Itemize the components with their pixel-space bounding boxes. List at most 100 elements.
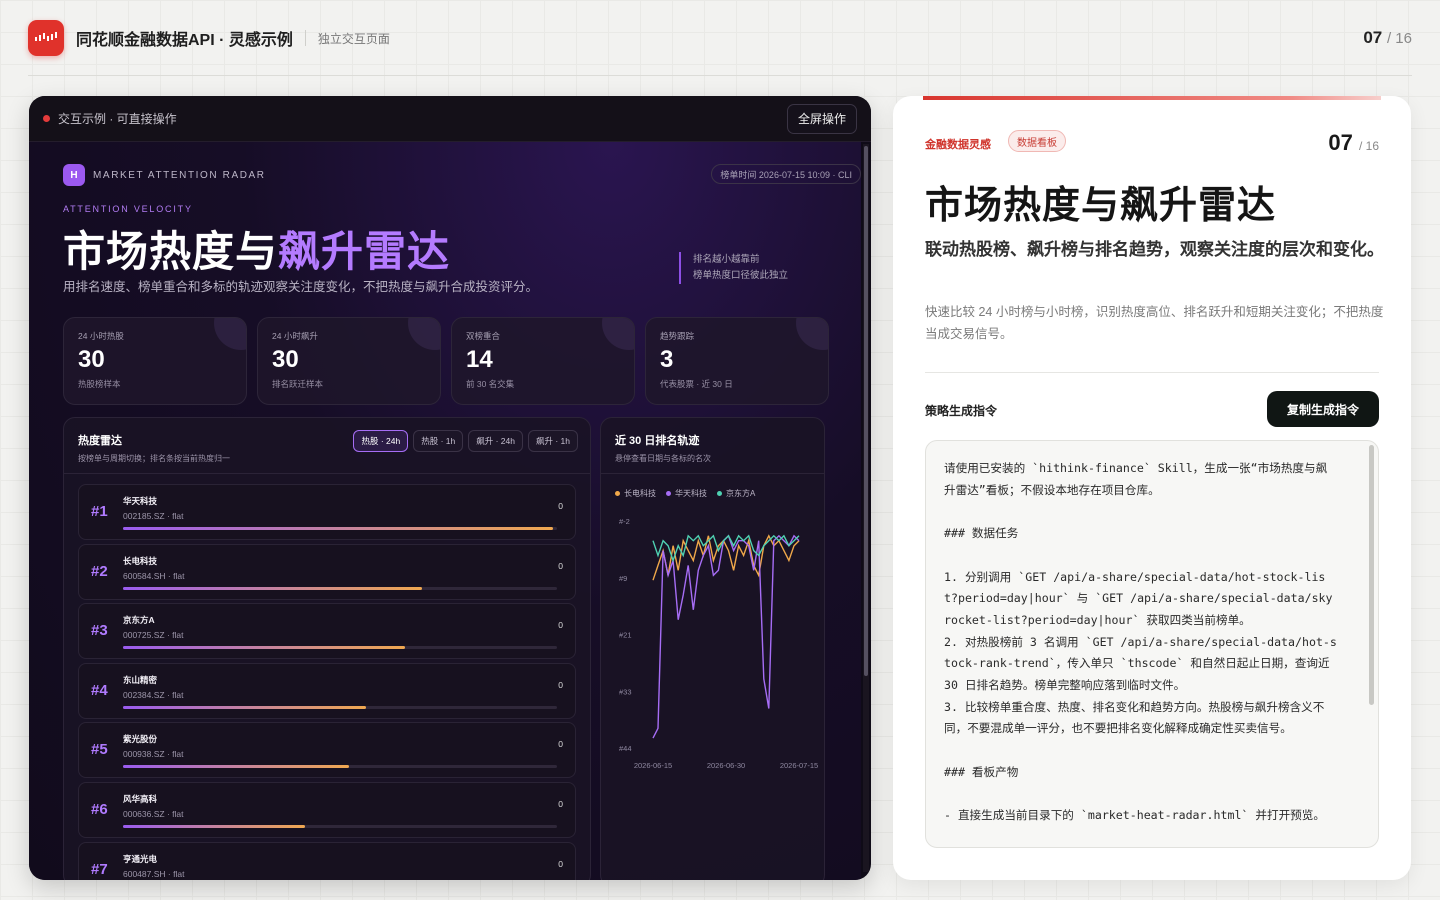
- heat-bar: [123, 824, 557, 828]
- stock-name: 东山精密: [123, 674, 158, 685]
- card-page-current: 07: [1328, 130, 1353, 155]
- heat-rank-list: #1 华天科技 002185.SZ · flat 0 #2 长电科技 60058…: [64, 474, 590, 880]
- y-tick-label: #33: [619, 687, 632, 696]
- rank-number: #2: [91, 562, 108, 580]
- stat-label: 24 小时热股: [78, 331, 124, 341]
- stat-card-skyrocket-24h: 24 小时飙升 30 排名跃迁样本: [257, 317, 441, 405]
- y-tick-label: #9: [619, 574, 627, 583]
- radar-label: MARKET ATTENTION RADAR: [93, 170, 266, 181]
- stock-code: 600487.SH · flat: [123, 868, 185, 879]
- stat-label: 趋势跟踪: [660, 331, 695, 341]
- table-row[interactable]: #3 京东方A 000725.SZ · flat 0: [78, 603, 576, 660]
- x-tick-label: 2026-06-15: [634, 761, 672, 770]
- heat-bar: [123, 646, 557, 650]
- tab-hot-24h[interactable]: 热股 · 24h: [353, 430, 409, 452]
- x-tick-label: 2026-06-30: [707, 761, 745, 770]
- stat-label: 双榜重合: [466, 331, 501, 341]
- demo-scrollbar-thumb[interactable]: [864, 146, 868, 676]
- table-row[interactable]: #4 东山精密 002384.SZ · flat 0: [78, 662, 576, 719]
- stock-name: 长电科技: [123, 555, 158, 566]
- legend-dot-icon: [615, 491, 620, 496]
- rank-number: #6: [91, 800, 108, 818]
- heat-score: 0: [558, 858, 563, 869]
- info-card: 金融数据灵感 数据看板 07 / 16 市场热度与飙升雷达 联动热股榜、飙升榜与…: [893, 96, 1411, 880]
- card-page-total: / 16: [1358, 139, 1379, 153]
- stock-code: 002185.SZ · flat: [123, 511, 184, 521]
- card-accent-bar: [923, 96, 1381, 100]
- y-tick-label: #44: [619, 744, 632, 753]
- x-tick-label: 2026-07-15: [780, 761, 818, 770]
- tab-hot-1h[interactable]: 热股 · 1h: [413, 430, 464, 452]
- series-line-1[interactable]: [652, 534, 800, 739]
- stat-sub: 前 30 名交集: [466, 379, 515, 389]
- heat-score: 0: [558, 620, 563, 631]
- table-row[interactable]: #2 长电科技 600584.SH · flat 0: [78, 543, 576, 600]
- rank-note-line-1: 排名越小越靠前: [693, 254, 760, 265]
- heat-score: 0: [558, 679, 563, 690]
- table-row[interactable]: #5 紫光股份 000938.SZ · flat 0: [78, 722, 576, 779]
- legend-item[interactable]: 华天科技: [666, 488, 707, 499]
- stock-name: 亨通光电: [123, 853, 158, 864]
- heat-bar: [123, 586, 557, 590]
- code-scrollbar-thumb[interactable]: [1369, 445, 1374, 705]
- stat-sub: 排名跃迁样本: [272, 379, 324, 389]
- stat-label: 24 小时飙升: [272, 331, 318, 341]
- card-description: 快速比较 24 小时榜与小时榜，识别热度高位、排名跃升和短期关注变化；不把热度当…: [925, 305, 1384, 341]
- stock-name: 华天科技: [123, 496, 158, 506]
- stock-code: 000725.SZ · flat: [123, 630, 184, 641]
- legend-label: 京东方A: [726, 489, 756, 498]
- stats-row: 24 小时热股 30 热股榜样本 24 小时飙升 30 排名跃迁样本 双榜重合 …: [63, 317, 829, 405]
- heat-bar: [123, 705, 557, 709]
- heat-score: 0: [558, 798, 563, 809]
- stock-name: 紫光股份: [123, 734, 158, 745]
- rank-number: #7: [91, 860, 108, 878]
- logo-candles-icon: [35, 32, 57, 41]
- heat-radar-tabs: 热股 · 24h 热股 · 1h 飙升 · 24h 飙升 · 1h: [353, 430, 578, 452]
- rank-number: #4: [91, 681, 108, 699]
- legend-item[interactable]: 京东方A: [717, 488, 755, 499]
- trajectory-chart[interactable]: #-2 #9 #21 #33 #442026-06-15 2026-06-30 2026-0…: [601, 503, 825, 778]
- header-divider: [28, 75, 1412, 76]
- rank-number: #3: [91, 622, 108, 640]
- rank-number: #5: [91, 741, 108, 759]
- title-part-b: 飙升雷达: [278, 228, 451, 275]
- trajectory-header: 近 30 日排名轨迹 悬停查看日期与各标的名次: [601, 418, 824, 474]
- stat-value: 3: [660, 346, 674, 373]
- dashboard-title: 市场热度与飙升雷达: [63, 218, 450, 279]
- heat-bar: [123, 765, 557, 769]
- table-row[interactable]: #6 风华高科 000636.SZ · flat 0: [78, 781, 576, 838]
- stock-code: 002384.SZ · flat: [123, 689, 184, 700]
- series-line-2[interactable]: [652, 534, 800, 563]
- demo-scrollbar[interactable]: [863, 144, 869, 872]
- tab-skyrocket-24h[interactable]: 飙升 · 24h: [468, 430, 523, 452]
- prompt-code-block[interactable]: 请使用已安装的 `hithink-finance` Skill，生成一张“市场热…: [925, 440, 1379, 848]
- heat-bar-fill: [123, 824, 306, 828]
- trajectory-title: 近 30 日排名轨迹: [615, 435, 700, 447]
- heat-radar-panel: 热度雷达 按榜单与周期切换；排名条按当前热度归一 热股 · 24h 热股 · 1…: [63, 417, 591, 880]
- page-current: 07: [1363, 28, 1383, 47]
- dashboard: H MARKET ATTENTION RADAR 榜单时间 2026-07-15…: [29, 142, 861, 880]
- strategy-label: 策略生成指令: [925, 404, 998, 418]
- stat-sub: 热股榜样本: [78, 379, 121, 389]
- app-title: 同花顺金融数据API · 灵感示例: [76, 32, 293, 49]
- top-bar: 同花顺金融数据API · 灵感示例 独立交互页面 07 / 16: [28, 18, 1412, 58]
- table-row[interactable]: #7 亨通光电 600487.SH · flat 0: [78, 841, 576, 880]
- copy-prompt-button[interactable]: 复制生成指令: [1266, 391, 1379, 427]
- heat-bar: [123, 527, 557, 530]
- card-chip: 数据看板: [1008, 130, 1066, 152]
- fullscreen-button[interactable]: 全屏操作: [786, 103, 857, 134]
- demo-frame-header: 交互示例 · 可直接操作 全屏操作: [29, 96, 871, 142]
- heat-radar-header: 热度雷达 按榜单与周期切换；排名条按当前热度归一 热股 · 24h 热股 · 1…: [64, 418, 590, 474]
- legend-item[interactable]: 长电科技: [615, 488, 656, 499]
- stat-value: 30: [78, 346, 105, 373]
- trajectory-legend: 长电科技 华天科技 京东方A: [615, 488, 755, 499]
- heat-bar-fill: [123, 527, 553, 530]
- heat-score: 0: [558, 560, 563, 571]
- table-row[interactable]: #1 华天科技 002185.SZ · flat 0: [78, 484, 576, 540]
- list-time-pill: 榜单时间 2026-07-15 10:09 · CLI: [711, 164, 861, 184]
- title-divider: [304, 30, 306, 46]
- demo-label: 交互示例 · 可直接操作: [58, 112, 177, 126]
- stat-card-overlap: 双榜重合 14 前 30 名交集: [451, 317, 635, 405]
- heat-bar-fill: [123, 646, 406, 650]
- tab-skyrocket-1h[interactable]: 飙升 · 1h: [527, 430, 578, 452]
